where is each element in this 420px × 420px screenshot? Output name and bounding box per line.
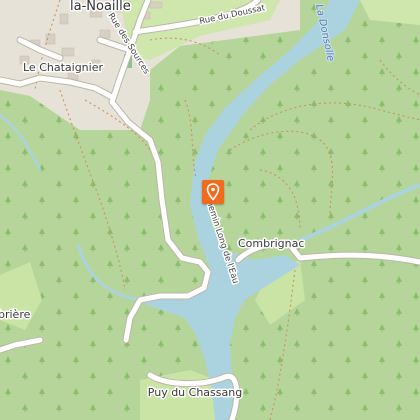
map-view[interactable]: la-Noaille Le Chataignier Rue du Doussat… bbox=[0, 0, 420, 420]
location-marker[interactable] bbox=[202, 180, 224, 204]
map-canvas: la-Noaille Le Chataignier Rue du Doussat… bbox=[0, 0, 420, 420]
place-label-la-noaille: la-Noaille bbox=[70, 0, 131, 14]
location-pin-icon bbox=[206, 183, 220, 201]
place-label-le-chataignier: Le Chataignier bbox=[23, 61, 103, 74]
place-label-briere: brière bbox=[0, 308, 31, 321]
place-label-combrignac: Combrignac bbox=[238, 237, 304, 250]
place-label-puy-du-chassang: Puy du Chassang bbox=[148, 386, 242, 399]
